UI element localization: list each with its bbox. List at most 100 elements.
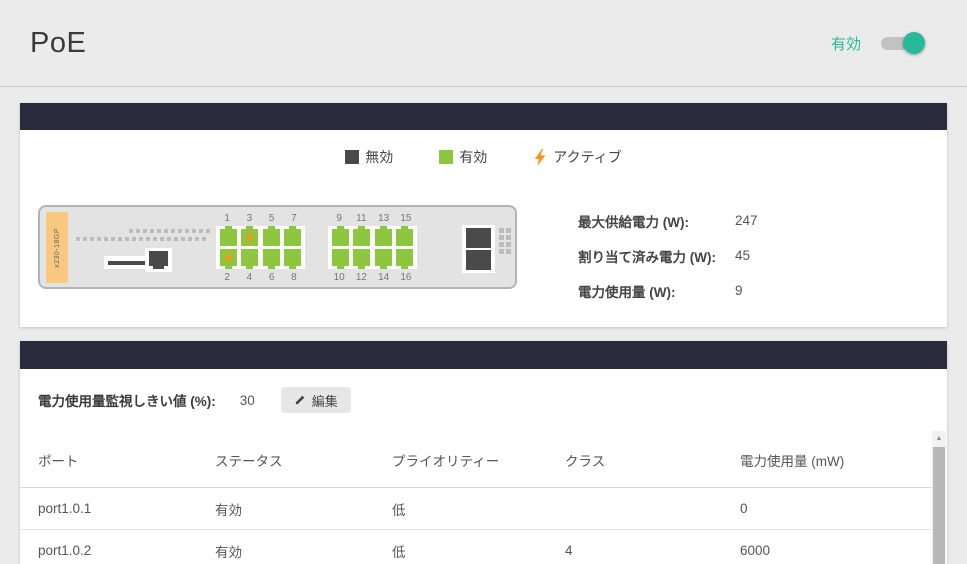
console-slot	[104, 256, 149, 269]
legend-label: 有効	[459, 147, 487, 167]
power-summary: 最大供給電力 (W): 247 割り当て済み電力 (W): 45 電力使用量 (…	[578, 203, 918, 308]
port-number-label: 4	[238, 271, 260, 284]
port-table-header: ポート ステータス プライオリティー クラス 電力使用量 (mW)	[20, 433, 933, 488]
led-dot	[160, 237, 164, 241]
port-table-body: port1.0.1有効低0port1.0.2有効低46000	[20, 488, 933, 564]
port-12	[353, 249, 370, 266]
legend-item-enabled: 有効	[439, 147, 487, 167]
table-cell: 低	[392, 541, 565, 561]
power-row-max-supply: 最大供給電力 (W): 247	[578, 203, 918, 238]
led-dot	[499, 228, 504, 233]
led-dot	[178, 229, 182, 233]
led-dot	[506, 242, 511, 247]
legend-label: 無効	[365, 147, 393, 167]
port-number-label: 13	[373, 212, 395, 225]
port-14	[375, 249, 392, 266]
led-dot	[174, 237, 178, 241]
page-header: PoE 有効	[0, 0, 967, 87]
table-scrollbar[interactable]: ▲	[932, 431, 946, 564]
port-number-label: 5	[261, 212, 283, 225]
table-cell: 0	[740, 501, 933, 516]
toggle-knob	[903, 32, 925, 54]
max-supply-value: 247	[735, 213, 758, 228]
led-dot	[185, 229, 189, 233]
port-1	[220, 229, 237, 246]
port-15	[396, 229, 413, 246]
led-dot	[202, 237, 206, 241]
led-dot	[146, 237, 150, 241]
led-dot	[199, 229, 203, 233]
port-3	[241, 229, 258, 246]
led-dot	[499, 235, 504, 240]
led-dot	[125, 237, 129, 241]
port-group-1: 1357 2468	[216, 212, 305, 284]
led-dot	[506, 228, 511, 233]
device-model-label: x230-18GP	[46, 212, 68, 283]
col-header-class: クラス	[565, 450, 740, 470]
led-dot	[506, 235, 511, 240]
section-header-bar	[20, 341, 947, 369]
port-number-label: 2	[216, 271, 238, 284]
scroll-up-arrow-icon[interactable]: ▲	[932, 431, 946, 446]
sfp-port-panel	[462, 225, 495, 273]
led-dot	[164, 229, 168, 233]
table-cell: 4	[565, 543, 740, 558]
table-row[interactable]: port1.0.2有効低46000	[20, 530, 933, 564]
scrollbar-thumb[interactable]	[933, 447, 945, 564]
power-usage-value: 9	[735, 283, 743, 298]
threshold-row: 電力使用量監視しきい値 (%): 30 編集	[38, 386, 351, 414]
col-header-priority: プライオリティー	[392, 450, 565, 470]
edit-threshold-button[interactable]: 編集	[281, 387, 351, 413]
led-dot	[118, 237, 122, 241]
enabled-swatch-icon	[439, 150, 453, 164]
table-cell: port1.0.1	[38, 501, 215, 516]
table-cell: 低	[392, 499, 565, 519]
table-row[interactable]: port1.0.1有効低 0	[20, 488, 933, 530]
page-title: PoE	[30, 27, 86, 60]
table-cell: 有効	[215, 499, 392, 519]
port-11	[353, 229, 370, 246]
threshold-label: 電力使用量監視しきい値 (%):	[38, 390, 216, 410]
enable-toggle[interactable]	[881, 32, 925, 54]
led-indicator-row-bottom	[76, 237, 206, 241]
led-dot	[129, 229, 133, 233]
port-16	[396, 249, 413, 266]
lightning-bolt-icon	[533, 149, 547, 166]
port-number-label: 15	[395, 212, 417, 225]
port-2	[220, 249, 237, 266]
table-cell: port1.0.2	[38, 543, 215, 558]
header-controls: 有効	[831, 32, 925, 54]
port-group-2: 9111315 10121416	[328, 212, 417, 284]
port-table: ポート ステータス プライオリティー クラス 電力使用量 (mW) port1.…	[20, 433, 933, 564]
port-5	[263, 229, 280, 246]
power-row-usage: 電力使用量 (W): 9	[578, 273, 918, 308]
port-10	[332, 249, 349, 266]
port-number-label: 3	[238, 212, 260, 225]
led-dot	[188, 237, 192, 241]
led-dot	[83, 237, 87, 241]
led-dot	[97, 237, 101, 241]
port-4	[241, 249, 258, 266]
port-state-legend: 無効 有効 アクティブ	[20, 147, 947, 167]
port-13	[375, 229, 392, 246]
port-number-label: 12	[350, 271, 372, 284]
led-dot	[143, 229, 147, 233]
led-dot	[76, 237, 80, 241]
sfp-port-2	[466, 250, 491, 270]
port-8	[284, 249, 301, 266]
legend-item-disabled: 無効	[345, 147, 393, 167]
legend-label: アクティブ	[553, 147, 621, 167]
led-dot	[153, 237, 157, 241]
poe-summary-card: 無効 有効 アクティブ x230-18GP 1357 2468	[20, 103, 947, 327]
poe-ports-card: 電力使用量監視しきい値 (%): 30 編集 ポート ステータス プライオリティ…	[20, 341, 947, 564]
power-row-allocated: 割り当て済み電力 (W): 45	[578, 238, 918, 273]
led-dot	[171, 229, 175, 233]
port-number-label: 8	[283, 271, 305, 284]
led-dot	[181, 237, 185, 241]
table-cell: 有効	[215, 541, 392, 561]
col-header-port: ポート	[38, 450, 215, 470]
port-number-label: 16	[395, 271, 417, 284]
col-header-status: ステータス	[215, 450, 392, 470]
col-header-power-usage: 電力使用量 (mW)	[740, 450, 933, 470]
led-dot	[90, 237, 94, 241]
